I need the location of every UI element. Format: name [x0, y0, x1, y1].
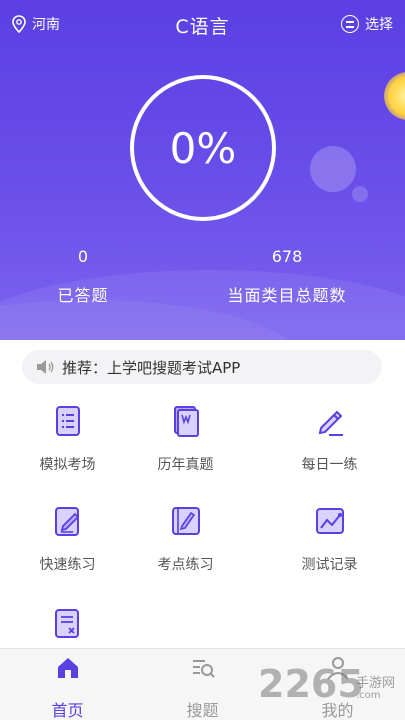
total-stat: 678 当面类目总题数 — [220, 247, 354, 306]
answered-stat: 0 已答题 — [48, 247, 118, 306]
answered-count: 0 — [77, 247, 89, 266]
sun-decoration — [384, 72, 405, 120]
book-icon — [173, 406, 199, 437]
grid-item-label: 模拟考场 — [39, 457, 96, 473]
watermark-site: 手游网 — [356, 676, 396, 691]
total-label: 当面类目总题数 — [227, 286, 347, 305]
top-bar: 河南 C语言 选择 — [0, 0, 405, 52]
recommendation-text: 推荐：上学吧搜题考试APP — [62, 358, 241, 377]
tab-label: 首页 — [51, 701, 84, 720]
bubble-decoration — [352, 186, 368, 202]
select-category-button[interactable]: 选择 — [341, 14, 393, 34]
progress-percent: 0% — [169, 123, 237, 173]
tab-label: 搜题 — [186, 701, 219, 720]
wrong-answers-icon — [54, 609, 79, 638]
watermark-number: 2265 — [258, 662, 364, 706]
switch-icon — [341, 15, 359, 33]
answered-label: 已答题 — [57, 286, 109, 305]
search-list-icon — [192, 660, 215, 678]
grid-item-topic-practice[interactable]: 考点练习 — [118, 504, 253, 574]
bubble-decoration — [310, 146, 356, 192]
select-label: 选择 — [365, 17, 393, 33]
grid-item-label: 测试记录 — [301, 557, 358, 573]
progress-header: 河南 C语言 选择 0% 0 已答题 678 当面类目总题数 — [0, 0, 405, 340]
watermark-domain: .com — [356, 690, 381, 701]
grid-item-past-exams[interactable]: 历年真题 — [118, 404, 253, 474]
notebook-pen-icon — [171, 507, 200, 535]
grid-item-label: 每日一练 — [301, 457, 358, 473]
edit-document-icon — [54, 507, 79, 536]
site-watermark: 2265 手游网 .com — [258, 656, 405, 716]
grid-item-quick-practice[interactable]: 快速练习 — [0, 504, 135, 574]
tab-search[interactable]: 搜题 — [135, 655, 270, 720]
home-icon — [57, 658, 78, 678]
pencil-icon — [318, 410, 343, 436]
grid-item-label: 快速练习 — [39, 557, 96, 573]
grid-item-label: 考点练习 — [157, 557, 214, 573]
recommendation-banner[interactable]: 推荐：上学吧搜题考试APP — [22, 350, 382, 384]
grid-item-mock-exam[interactable]: 模拟考场 — [0, 404, 135, 474]
grid-item-label: 历年真题 — [157, 457, 214, 473]
progress-ring: 0% — [130, 75, 276, 221]
tab-home[interactable]: 首页 — [0, 655, 135, 720]
grid-item-test-record[interactable]: 测试记录 — [262, 504, 397, 574]
total-count: 678 — [271, 247, 303, 266]
chart-record-icon — [315, 508, 344, 534]
list-document-icon — [55, 406, 80, 436]
speaker-icon — [37, 360, 54, 374]
grid-item-daily-practice[interactable]: 每日一练 — [262, 404, 397, 474]
